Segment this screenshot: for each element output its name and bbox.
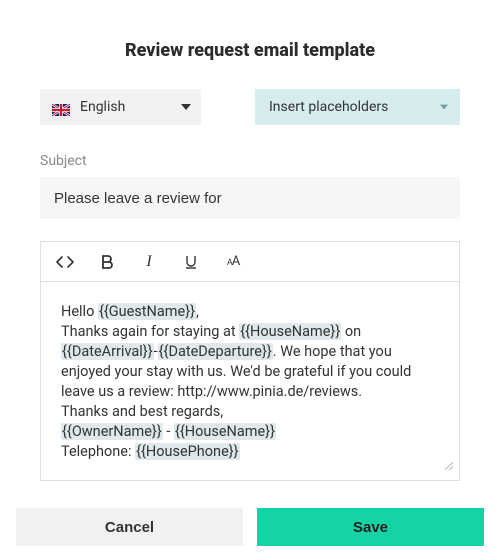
placeholder-token: {{HouseName}}: [174, 423, 276, 440]
insert-placeholders-select[interactable]: Insert placeholders: [255, 89, 460, 125]
body-text: on: [341, 323, 361, 340]
editor-toolbar: I AA: [41, 242, 459, 282]
body-text: Thanks again for staying at: [61, 323, 239, 340]
placeholder-token: {{DateDeparture}}: [158, 343, 273, 360]
insert-placeholders-label: Insert placeholders: [269, 99, 388, 115]
bold-button[interactable]: [97, 252, 117, 272]
subject-label: Subject: [40, 153, 460, 169]
placeholder-token: {{OwnerName}}: [61, 423, 163, 440]
font-size-button[interactable]: AA: [223, 252, 243, 272]
resize-handle-icon[interactable]: [443, 456, 453, 476]
chevron-down-icon: [440, 105, 448, 110]
body-text: ,: [196, 303, 199, 320]
language-select[interactable]: English: [40, 89, 201, 125]
code-view-button[interactable]: [55, 252, 75, 272]
cancel-button[interactable]: Cancel: [16, 508, 243, 546]
italic-button[interactable]: I: [139, 252, 159, 272]
email-body-textarea[interactable]: Hello {{GuestName}}, Thanks again for sta…: [41, 282, 459, 480]
chevron-down-icon: [181, 104, 191, 110]
body-text: Hello: [61, 303, 98, 320]
body-text: -: [163, 423, 174, 440]
email-body-editor: I AA Hello {{GuestName}}, Thanks again fo…: [40, 241, 460, 481]
save-button[interactable]: Save: [257, 508, 484, 546]
body-text: Thanks and best regards,: [61, 403, 223, 420]
uk-flag-icon: [52, 101, 70, 113]
placeholder-token: {{DateArrival}}: [61, 343, 154, 360]
underline-button[interactable]: [181, 252, 201, 272]
language-label: English: [80, 99, 125, 115]
body-text: Telephone:: [61, 443, 135, 460]
placeholder-token: {{HousePhone}}: [135, 443, 240, 460]
subject-input[interactable]: [40, 177, 460, 219]
placeholder-token: {{GuestName}}: [98, 303, 196, 320]
page-title: Review request email template: [40, 40, 460, 61]
placeholder-token: {{HouseName}}: [239, 323, 341, 340]
